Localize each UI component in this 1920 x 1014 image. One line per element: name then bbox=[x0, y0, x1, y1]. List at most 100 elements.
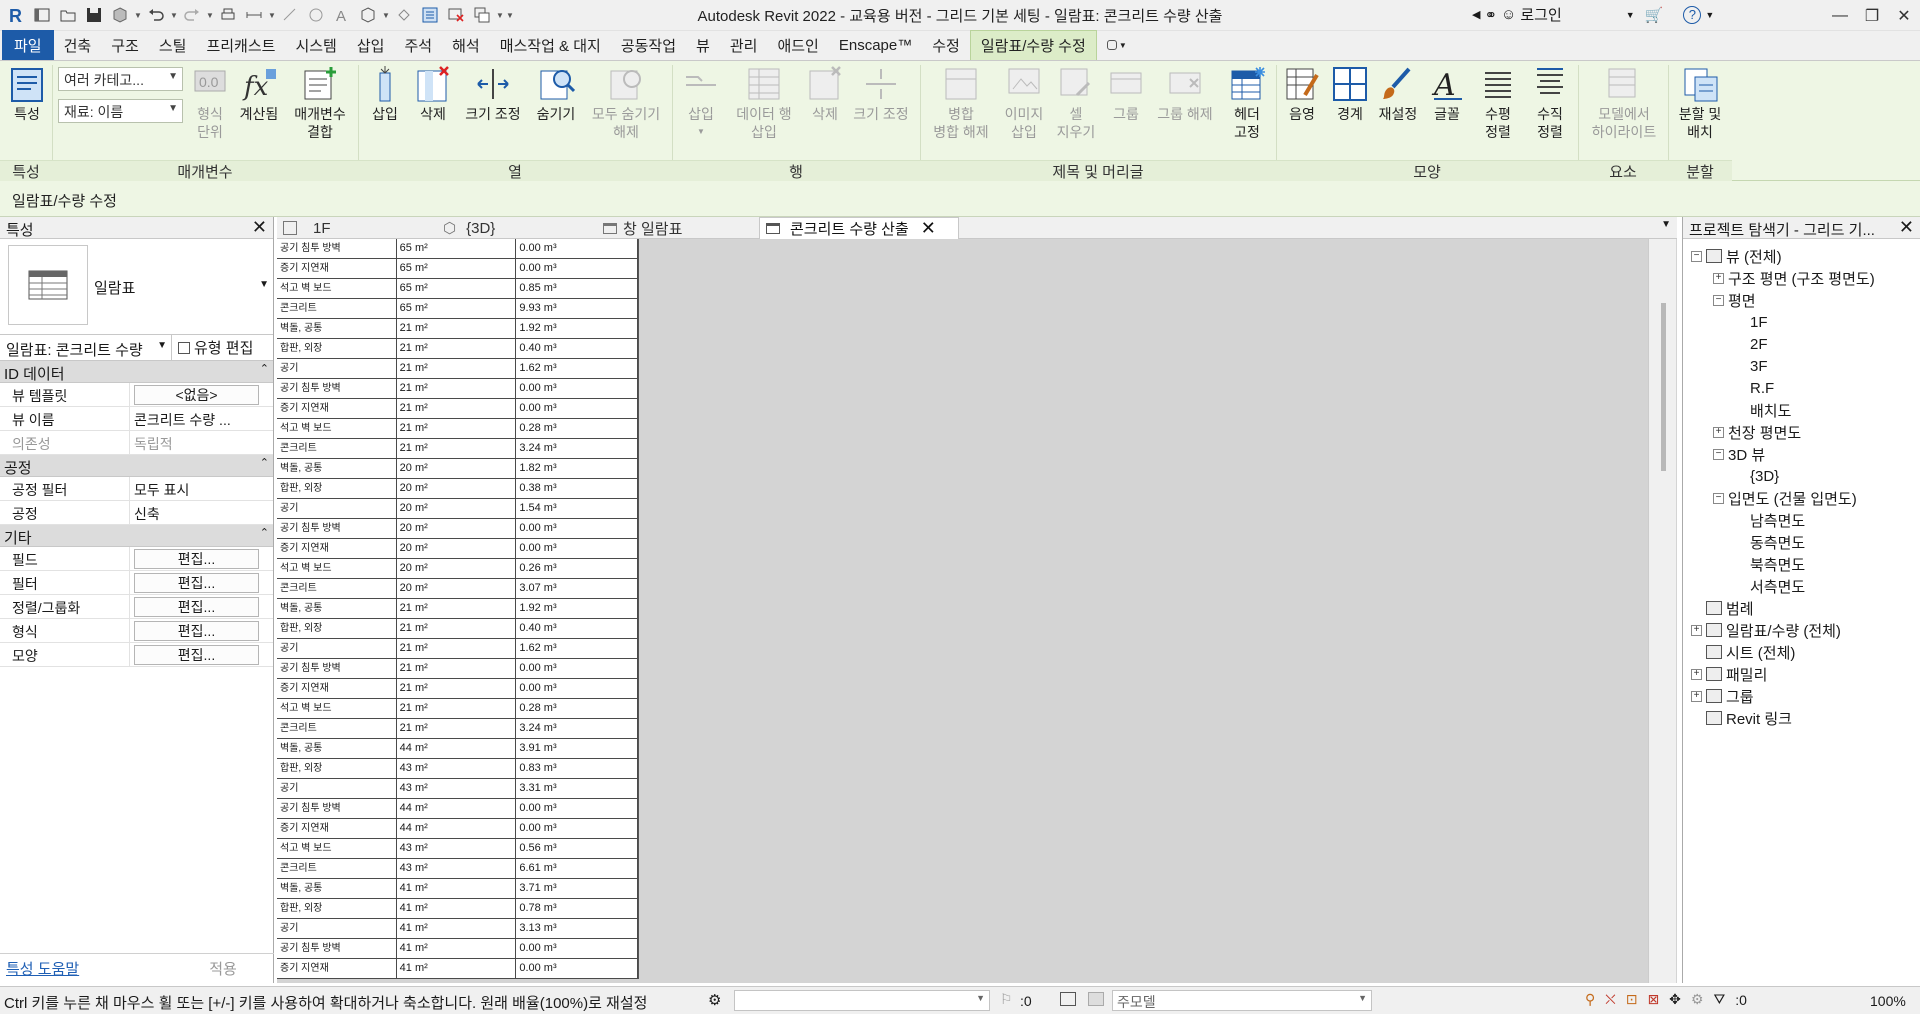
tree-item[interactable]: −3D 뷰 bbox=[1713, 443, 1765, 465]
panel-switch-icon[interactable]: ▼ bbox=[1097, 30, 1137, 60]
tab-file[interactable]: 파일 bbox=[2, 30, 54, 60]
drag-elements-icon[interactable]: ✥ bbox=[1669, 991, 1681, 1008]
volume-cell[interactable]: 0.56 m³ bbox=[516, 839, 638, 858]
expand-icon[interactable]: + bbox=[1713, 272, 1724, 284]
align-horizontal-button[interactable]: 수평 정렬 bbox=[1474, 65, 1522, 141]
area-cell[interactable]: 41 m² bbox=[397, 919, 517, 938]
material-cell[interactable]: 석고 벽 보드 bbox=[277, 839, 397, 858]
tree-item[interactable]: 2F bbox=[1735, 333, 1768, 355]
group-header[interactable]: 공정 ⌃ bbox=[0, 455, 273, 477]
material-cell[interactable]: 공기 bbox=[277, 499, 397, 518]
area-cell[interactable]: 44 m² bbox=[397, 739, 517, 758]
login-dropdown-icon[interactable]: ▼ bbox=[1626, 10, 1635, 20]
redo-dropdown-icon[interactable]: ▼ bbox=[206, 4, 214, 26]
table-row[interactable]: 벽돌, 공통 20 m² 1.82 m³ bbox=[277, 459, 638, 479]
view-tab-window-schedule[interactable]: 창 일람표 bbox=[603, 217, 682, 239]
table-row[interactable]: 콘크리트 21 m² 3.24 m³ bbox=[277, 439, 638, 459]
area-cell[interactable]: 21 m² bbox=[397, 339, 517, 358]
expand-icon[interactable]: + bbox=[1691, 690, 1702, 702]
view-tab-3d[interactable]: ⬡ {3D} bbox=[443, 217, 495, 239]
switch-windows-dropdown-icon[interactable]: ▼ bbox=[496, 4, 504, 26]
clear-cell-button[interactable]: 셀 지우기 bbox=[1052, 65, 1100, 141]
collapse-icon[interactable]: ⌃ bbox=[260, 362, 269, 375]
volume-cell[interactable]: 0.40 m³ bbox=[516, 339, 638, 358]
highlight-in-model-button[interactable]: 모델에서 하이라이트 bbox=[1582, 65, 1666, 141]
tree-item[interactable]: − 입면도 (건물 입면도) bbox=[1713, 487, 1857, 509]
vertical-scrollbar[interactable] bbox=[1648, 239, 1676, 983]
area-cell[interactable]: 44 m² bbox=[397, 799, 517, 818]
collapse-icon[interactable]: − bbox=[1713, 448, 1724, 460]
volume-cell[interactable]: 3.31 m³ bbox=[516, 779, 638, 798]
combine-parameters-button[interactable]: 매개변수 결합 bbox=[288, 65, 352, 141]
insert-image-button[interactable]: 이미지 삽입 bbox=[1000, 65, 1048, 141]
category-combo[interactable]: 여러 카테고... ▼ bbox=[58, 67, 183, 91]
split-place-button[interactable]: 분할 및 배치 bbox=[1672, 65, 1728, 141]
aligned-dimension-icon[interactable] bbox=[278, 4, 302, 26]
material-cell[interactable]: 증기 지연재 bbox=[277, 679, 397, 698]
material-cell[interactable]: 석고 벽 보드 bbox=[277, 419, 397, 438]
volume-cell[interactable]: 0.00 m³ bbox=[516, 519, 638, 538]
borders-button[interactable]: 경계 bbox=[1328, 65, 1372, 123]
sorting-grouping-edit-button[interactable]: 편집... bbox=[130, 595, 273, 618]
volume-cell[interactable]: 0.00 m³ bbox=[516, 239, 638, 258]
ungroup-button[interactable]: 그룹 해제 bbox=[1148, 65, 1222, 123]
area-cell[interactable]: 20 m² bbox=[397, 459, 517, 478]
volume-cell[interactable]: 3.24 m³ bbox=[516, 439, 638, 458]
close-icon[interactable]: ✕ bbox=[921, 218, 936, 239]
area-cell[interactable]: 65 m² bbox=[397, 259, 517, 278]
material-cell[interactable]: 공기 침투 방벽 bbox=[277, 519, 397, 538]
volume-cell[interactable]: 0.85 m³ bbox=[516, 279, 638, 298]
table-row[interactable]: 공기 21 m² 1.62 m³ bbox=[277, 639, 638, 659]
filter-edit-button[interactable]: 편집... bbox=[130, 571, 273, 594]
table-row[interactable]: 증기 지연재 65 m² 0.00 m³ bbox=[277, 259, 638, 279]
volume-cell[interactable]: 0.00 m³ bbox=[516, 799, 638, 818]
table-row[interactable]: 합판, 외장 43 m² 0.83 m³ bbox=[277, 759, 638, 779]
phase-select[interactable]: 신축 bbox=[130, 501, 273, 524]
table-row[interactable]: 콘크리트 43 m² 6.61 m³ bbox=[277, 859, 638, 879]
area-cell[interactable]: 20 m² bbox=[397, 559, 517, 578]
volume-cell[interactable]: 3.71 m³ bbox=[516, 879, 638, 898]
material-cell[interactable]: 증기 지연재 bbox=[277, 259, 397, 278]
select-by-face-icon[interactable]: ⊠ bbox=[1647, 991, 1659, 1008]
material-cell[interactable]: 벽돌, 공통 bbox=[277, 599, 397, 618]
material-cell[interactable]: 벽돌, 공통 bbox=[277, 319, 397, 338]
tree-item[interactable]: − 뷰 (전체) bbox=[1691, 245, 1782, 267]
volume-cell[interactable]: 0.00 m³ bbox=[516, 399, 638, 418]
measure-icon[interactable] bbox=[242, 4, 266, 26]
table-row[interactable]: 공기 20 m² 1.54 m³ bbox=[277, 499, 638, 519]
volume-cell[interactable]: 0.00 m³ bbox=[516, 939, 638, 958]
tab-enscape[interactable]: Enscape™ bbox=[829, 30, 922, 60]
user-icon[interactable]: ☺ bbox=[1501, 6, 1516, 23]
material-cell[interactable]: 콘크리트 bbox=[277, 439, 397, 458]
area-cell[interactable]: 21 m² bbox=[397, 599, 517, 618]
volume-cell[interactable]: 3.13 m³ bbox=[516, 919, 638, 938]
filter-icon[interactable]: ⛛ bbox=[1713, 991, 1725, 1008]
binoculars-icon[interactable]: ⚭ bbox=[1484, 6, 1497, 24]
login-label[interactable]: 로그인 bbox=[1520, 4, 1561, 25]
properties-help-link[interactable]: 특성 도움말 bbox=[6, 958, 79, 979]
material-cell[interactable]: 벽돌, 공통 bbox=[277, 879, 397, 898]
collapse-icon[interactable]: − bbox=[1713, 294, 1724, 306]
view-name-field[interactable]: 콘크리트 수량 ... bbox=[130, 407, 273, 430]
design-options-icon[interactable] bbox=[1060, 992, 1076, 1006]
table-row[interactable]: 석고 벽 보드 21 m² 0.28 m³ bbox=[277, 699, 638, 719]
tab-architecture[interactable]: 건축 bbox=[54, 30, 102, 60]
select-links-icon[interactable]: ⚲ bbox=[1585, 991, 1595, 1008]
group-header[interactable]: ID 데이터 ⌃ bbox=[0, 361, 273, 383]
table-row[interactable]: 공기 침투 방벽 21 m² 0.00 m³ bbox=[277, 659, 638, 679]
material-cell[interactable]: 합판, 외장 bbox=[277, 339, 397, 358]
tree-item[interactable]: 배치도 bbox=[1735, 399, 1791, 421]
table-row[interactable]: 공기 43 m² 3.31 m³ bbox=[277, 779, 638, 799]
volume-cell[interactable]: 1.92 m³ bbox=[516, 319, 638, 338]
tree-item[interactable]: Revit 링크 bbox=[1691, 707, 1792, 729]
select-pinned-icon[interactable]: ⊡ bbox=[1626, 991, 1638, 1008]
volume-cell[interactable]: 0.28 m³ bbox=[516, 699, 638, 718]
table-row[interactable]: 벽돌, 공통 21 m² 1.92 m³ bbox=[277, 319, 638, 339]
volume-cell[interactable]: 0.00 m³ bbox=[516, 679, 638, 698]
volume-cell[interactable]: 0.00 m³ bbox=[516, 819, 638, 838]
table-row[interactable]: 공기 침투 방벽 41 m² 0.00 m³ bbox=[277, 939, 638, 959]
material-cell[interactable]: 공기 bbox=[277, 779, 397, 798]
delete-row-button[interactable]: 삭제 bbox=[804, 65, 846, 123]
view-template-button[interactable]: <없음> bbox=[130, 383, 273, 406]
view-tab-1f[interactable]: 1F bbox=[283, 217, 331, 239]
